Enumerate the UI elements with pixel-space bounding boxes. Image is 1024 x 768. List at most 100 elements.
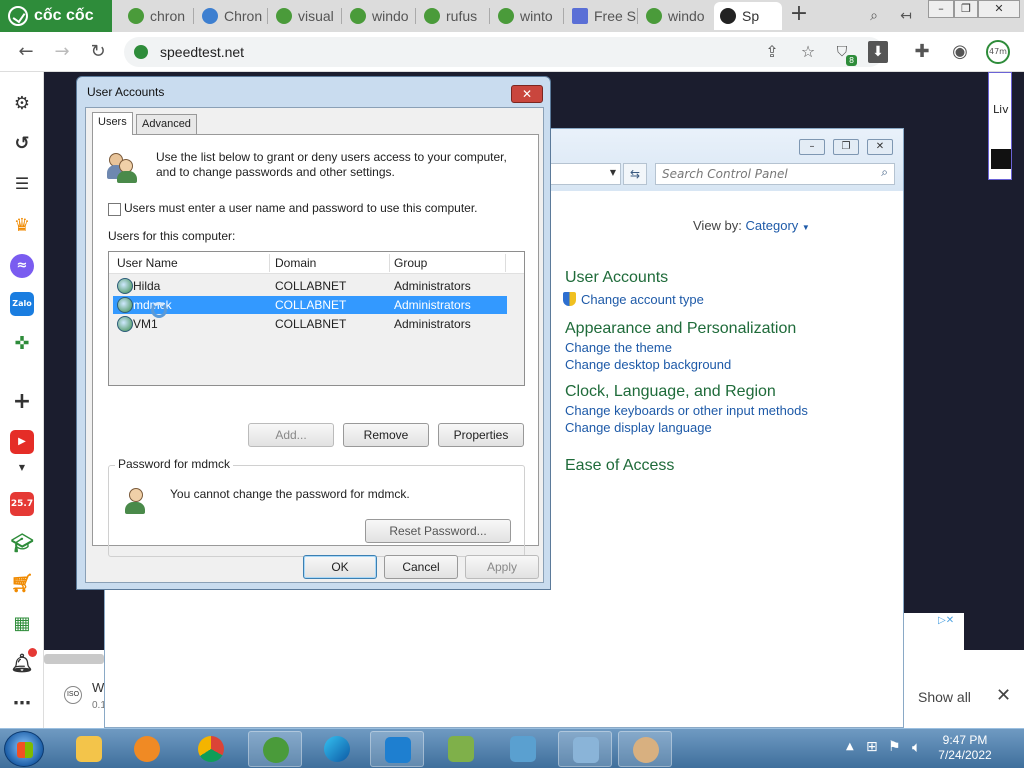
cancel-button[interactable]: Cancel	[384, 555, 458, 579]
column-user-name[interactable]: User Name	[117, 256, 178, 270]
tray-expand-icon[interactable]: ▲	[846, 741, 854, 752]
ad-panel[interactable]: Liv	[988, 72, 1012, 180]
browser-brand[interactable]: cốc cốc	[0, 0, 112, 32]
tab-7[interactable]: Free S	[566, 2, 638, 30]
table-row[interactable]: VM1 COLLABNET Administrators	[113, 315, 507, 333]
reset-password-button[interactable]: Reset Password...	[365, 519, 511, 543]
share-icon[interactable]: ⇪	[760, 40, 784, 64]
user-accounts-taskbar-button[interactable]	[618, 731, 672, 767]
row-user: VM1	[133, 317, 158, 331]
table-row-selected[interactable]: mdmck COLLABNET Administrators	[113, 296, 507, 314]
list-icon[interactable]: ☰	[10, 172, 34, 196]
dialog-close-button[interactable]: ✕	[511, 85, 543, 103]
cp-minimize-button[interactable]: –	[799, 139, 825, 155]
cp-maximize-button[interactable]: ❐	[833, 139, 859, 155]
media-player-taskbar-button[interactable]	[120, 731, 174, 767]
download-manager-taskbar-button[interactable]	[496, 731, 550, 767]
chrome-taskbar-button[interactable]	[184, 731, 238, 767]
tab-4[interactable]: windo	[344, 2, 416, 30]
profile-icon[interactable]: ◉	[948, 40, 972, 64]
tab-1[interactable]: chron	[122, 2, 194, 30]
cp-link-change-account-type[interactable]: Change account type	[563, 292, 704, 307]
address-bar[interactable]: speedtest.net ⇪ ☆ ⛉ 8 ⬇	[124, 37, 888, 67]
settings-gear-icon[interactable]: ⚙	[10, 92, 34, 116]
close-download-bar-icon[interactable]: ✕	[996, 685, 1011, 706]
forward-icon[interactable]: →	[50, 40, 74, 64]
timer-badge[interactable]: 47m	[986, 40, 1010, 64]
vscode-taskbar-button[interactable]	[370, 731, 424, 767]
cp-link-display-language[interactable]: Change display language	[565, 420, 712, 435]
add-button[interactable]: Add...	[248, 423, 334, 447]
view-by-dropdown[interactable]: Category ▼	[746, 218, 810, 233]
gamepad-icon[interactable]: ✜	[10, 332, 34, 356]
remove-button[interactable]: Remove	[343, 423, 429, 447]
tab-users[interactable]: Users	[92, 112, 133, 135]
chevron-down-icon[interactable]: ▼	[10, 456, 34, 480]
tab-advanced[interactable]: Advanced	[136, 114, 197, 134]
tab-search-icon[interactable]: ⌕	[862, 4, 886, 28]
crown-icon[interactable]: ♛	[10, 214, 34, 238]
cp-link-change-theme[interactable]: Change the theme	[565, 340, 672, 355]
extensions-icon[interactable]: ✚	[910, 40, 934, 64]
cart-icon[interactable]: 🛒︎	[10, 572, 34, 596]
show-all-link[interactable]: Show all	[918, 689, 971, 705]
cp-heading-ease-of-access[interactable]: Ease of Access	[565, 457, 674, 475]
youtube-icon[interactable]: ▶	[10, 430, 34, 454]
cp-link-keyboards[interactable]: Change keyboards or other input methods	[565, 403, 808, 418]
explorer-taskbar-button[interactable]	[62, 731, 116, 767]
address-dropdown-icon[interactable]: ▼	[610, 168, 616, 177]
edge-taskbar-button[interactable]	[310, 731, 364, 767]
more-icon[interactable]: ⋯	[10, 692, 34, 716]
add-icon[interactable]: +	[10, 390, 34, 414]
tab-8[interactable]: windo	[640, 2, 712, 30]
tab-5[interactable]: rufus	[418, 2, 490, 30]
taskbar-clock[interactable]: 9:47 PM 7/24/2022	[910, 733, 1020, 763]
cp-search-input[interactable]: Search Control Panel ⌕	[655, 163, 895, 185]
graduation-cap-icon[interactable]: 🎓︎	[10, 532, 34, 556]
apply-button[interactable]: Apply	[465, 555, 539, 579]
maximize-button[interactable]: ❐	[954, 0, 978, 18]
coccoc-taskbar-button[interactable]	[248, 731, 302, 767]
download-icon[interactable]: ⬇	[868, 41, 888, 63]
cp-address-bar[interactable]: ▼	[541, 163, 621, 185]
minimize-button[interactable]: –	[928, 0, 954, 18]
back-arrow-icon[interactable]: ↤	[894, 4, 918, 28]
action-center-flag-icon[interactable]: ⚑	[888, 739, 901, 755]
users-list[interactable]: User Name Domain Group Hilda COLLABNET A…	[108, 251, 525, 386]
table-row[interactable]: Hilda COLLABNET Administrators	[113, 277, 507, 295]
history-icon[interactable]: ↺	[10, 132, 34, 156]
cp-heading-clock-region[interactable]: Clock, Language, and Region	[565, 383, 776, 401]
tab-6[interactable]: winto	[492, 2, 564, 30]
notepad-taskbar-button[interactable]	[434, 731, 488, 767]
back-icon[interactable]: ←	[14, 40, 38, 64]
password-group: Password for mdmck You cannot change the…	[108, 457, 525, 557]
cp-heading-appearance[interactable]: Appearance and Personalization	[565, 320, 796, 338]
cp-close-button[interactable]: ✕	[867, 139, 893, 155]
properties-button[interactable]: Properties	[438, 423, 524, 447]
require-password-checkbox[interactable]	[108, 203, 121, 216]
column-group[interactable]: Group	[394, 256, 427, 270]
ok-button[interactable]: OK	[303, 555, 377, 579]
shopping-badge-icon[interactable]: 25.7	[10, 492, 34, 516]
column-domain[interactable]: Domain	[275, 256, 316, 270]
start-button[interactable]	[4, 731, 44, 767]
cp-heading-user-accounts[interactable]: User Accounts	[565, 269, 668, 287]
bookmark-star-icon[interactable]: ☆	[796, 40, 820, 64]
messenger-icon[interactable]: ≈	[10, 254, 34, 278]
table-icon[interactable]: ▦	[10, 612, 34, 636]
cp-refresh-button[interactable]: ⇆	[623, 163, 647, 185]
network-icon[interactable]: ⊞	[866, 739, 878, 755]
close-window-button[interactable]: ✕	[978, 0, 1020, 18]
search-icon[interactable]: ⌕	[881, 165, 888, 180]
ad-banner[interactable]: ▷✕	[904, 613, 964, 650]
cp-link-desktop-background[interactable]: Change desktop background	[565, 357, 731, 372]
ad-choices-icon[interactable]: ▷✕	[938, 615, 954, 626]
control-panel-taskbar-button[interactable]	[558, 731, 612, 767]
tab-active-speedtest[interactable]: Sp	[714, 2, 782, 30]
reload-icon[interactable]: ↻	[86, 40, 110, 64]
new-tab-button[interactable]: +	[788, 3, 810, 26]
horizontal-scrollbar[interactable]	[44, 654, 104, 664]
tab-2[interactable]: Chron	[196, 2, 268, 30]
tab-3[interactable]: visual	[270, 2, 342, 30]
zalo-icon[interactable]: Zalo	[10, 292, 34, 316]
